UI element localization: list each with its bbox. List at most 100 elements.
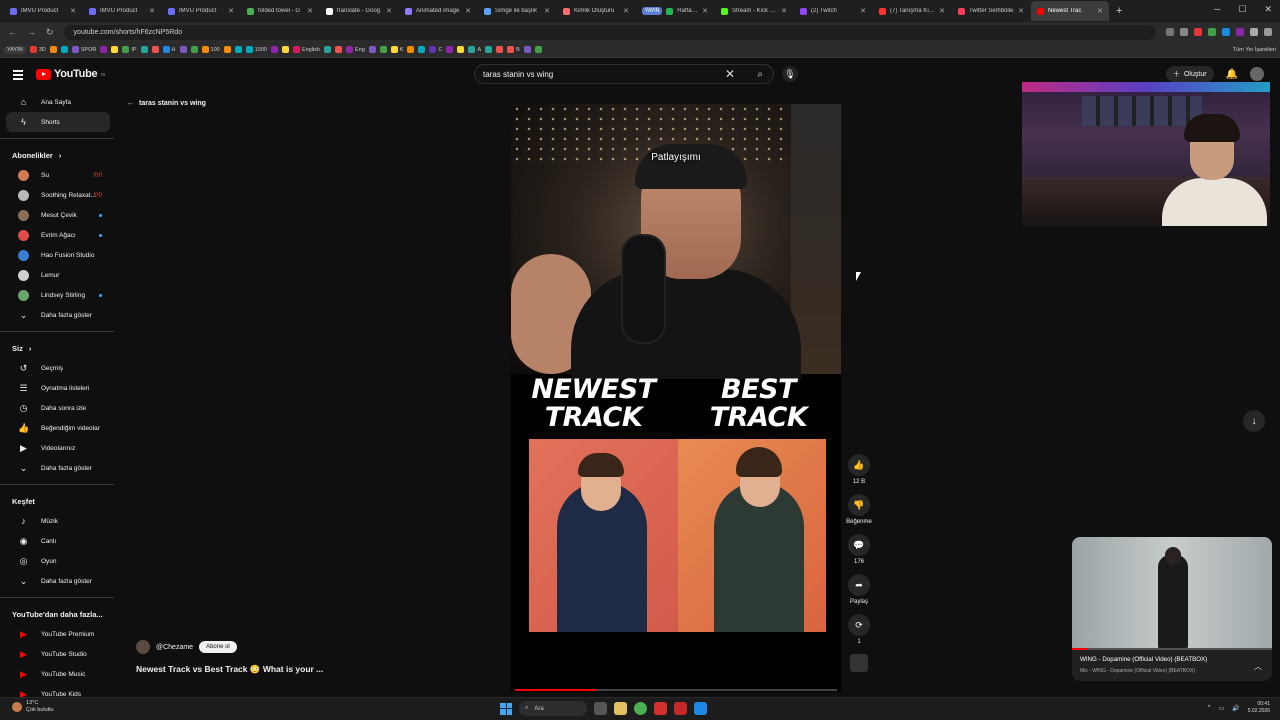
bookmark-item[interactable]: H: [162, 46, 176, 53]
sidebar-item[interactable]: ϟ Shorts: [6, 112, 110, 132]
show-more-subscriptions[interactable]: ⌄ Daha fazla göster: [6, 305, 110, 325]
dislike-button[interactable]: 👎: [848, 494, 870, 516]
bookmark-favicon-icon[interactable]: [179, 46, 187, 53]
sidebar-item[interactable]: ▶ YouTube Premium: [6, 624, 110, 644]
clock[interactable]: 00:41 5.02.2026: [1248, 701, 1270, 715]
sidebar-item[interactable]: ◎ Oyun: [6, 551, 110, 571]
short-video-player[interactable]: Patlayışımı NEWEST TRACK BEST TRACK: [511, 104, 841, 692]
browser-tab[interactable]: Newest Trac ✕: [1031, 1, 1109, 21]
youtube-logo[interactable]: YouTube TR: [36, 68, 105, 80]
network-icon[interactable]: ▭: [1219, 705, 1225, 712]
hamburger-menu-icon[interactable]: [13, 70, 23, 82]
bookmark-favicon-icon[interactable]: [49, 46, 57, 53]
close-tab-icon[interactable]: ✕: [70, 7, 76, 15]
search-input[interactable]: taras stanin vs wing ✕ ⌕: [474, 64, 774, 84]
bookmark-favicon-icon[interactable]: [457, 46, 465, 53]
sidebar-section-header[interactable]: Keşfet: [0, 491, 116, 511]
close-tab-icon[interactable]: ✕: [386, 7, 392, 15]
close-tab-icon[interactable]: ✕: [623, 7, 629, 15]
chevron-up-icon[interactable]: ^: [1208, 705, 1211, 711]
sidebar-item[interactable]: Soothing Relaxat... ((•)): [6, 185, 110, 205]
bookmark-favicon-icon[interactable]: [151, 46, 159, 53]
close-tab-icon[interactable]: ✕: [1018, 7, 1024, 15]
bookmark-item[interactable]: 100: [201, 46, 220, 53]
sidebar-item[interactable]: ↺ Geçmiş: [6, 358, 110, 378]
close-tab-icon[interactable]: ✕: [860, 7, 866, 15]
browser-tab[interactable]: (2) Twitch ✕: [794, 1, 872, 21]
extension-icon[interactable]: [1194, 28, 1202, 36]
account-avatar[interactable]: [1250, 67, 1264, 81]
profile-icon[interactable]: [1250, 28, 1258, 36]
bookmark-favicon-icon[interactable]: [335, 46, 342, 53]
bookmark-favicon-icon[interactable]: [485, 46, 493, 53]
weather-widget[interactable]: 13°C Çok bulutlu: [12, 700, 54, 714]
bookmark-item[interactable]: B: [507, 46, 520, 53]
app-icon[interactable]: [694, 702, 707, 715]
browser-tab[interactable]: translate - Goog ✕: [320, 1, 398, 21]
forward-icon[interactable]: →: [27, 27, 36, 37]
bookmark-favicon-icon[interactable]: [379, 46, 387, 53]
next-short-button[interactable]: ↓: [1243, 410, 1265, 432]
share-icon[interactable]: [1166, 28, 1174, 36]
miniplayer[interactable]: WING - Dopamine (Official Video) (BEATBO…: [1072, 537, 1272, 681]
sidebar-item[interactable]: ▶ Videolarınız: [6, 438, 110, 458]
microphone-icon[interactable]: 🎙: [782, 66, 798, 82]
browser-tab[interactable]: Kimlik Oluşturu ✕: [557, 1, 635, 21]
sidebar-item[interactable]: ☰ Oynatma listeleri: [6, 378, 110, 398]
sidebar-section-header[interactable]: YouTube'dan daha fazla...: [0, 604, 116, 624]
bookmark-favicon-icon[interactable]: [407, 46, 415, 53]
minimize-icon[interactable]: ─: [1214, 4, 1220, 15]
new-tab-button[interactable]: +: [1116, 5, 1122, 17]
menu-dots-icon[interactable]: [1264, 28, 1272, 36]
channel-name[interactable]: @Chezame: [156, 644, 193, 651]
reload-icon[interactable]: ↻: [46, 27, 54, 38]
bookmark-item[interactable]: SPOR: [71, 46, 96, 53]
bookmark-item[interactable]: A: [468, 46, 481, 53]
sidebar-item[interactable]: Mesut Çevik: [6, 205, 110, 225]
sidebar-item[interactable]: ▶ YouTube Music: [6, 664, 110, 684]
browser-tab[interactable]: folded towel - G ✕: [241, 1, 319, 21]
notifications-bell-icon[interactable]: 🔔: [1226, 69, 1238, 80]
close-tab-icon[interactable]: ✕: [544, 7, 550, 15]
browser-tab[interactable]: YAYIN Haftalık Keşif | S ✕: [636, 1, 714, 21]
sidebar-item[interactable]: ◉ Canlı: [6, 531, 110, 551]
bookmark-favicon-icon[interactable]: [496, 46, 504, 53]
bookmark-item[interactable]: 1000: [245, 46, 267, 53]
sidebar-item[interactable]: ◷ Daha sonra izle: [6, 398, 110, 418]
bookmark-item[interactable]: IP: [122, 46, 137, 53]
share-button[interactable]: ➦: [848, 574, 870, 596]
bookmark-favicon-icon[interactable]: [324, 46, 331, 53]
like-button[interactable]: 👍: [848, 454, 870, 476]
miniplayer-title[interactable]: WING - Dopamine (Official Video) (BEATBO…: [1080, 656, 1207, 663]
sidebar-section-header[interactable]: Abonelikler ›: [0, 145, 116, 165]
maximize-icon[interactable]: ☐: [1238, 4, 1246, 15]
browser-tab[interactable]: (7) Tanışma Kıya ✕: [873, 1, 951, 21]
browser-tab[interactable]: IMVU Product ✕: [162, 1, 240, 21]
all-bookmarks[interactable]: Tüm Yer İşaretleri: [1233, 47, 1276, 53]
bookmark-item[interactable]: K: [390, 46, 403, 53]
close-tab-icon[interactable]: ✕: [228, 7, 234, 15]
browser-tab[interactable]: Simge ile başlık ✕: [478, 1, 556, 21]
sound-avatar[interactable]: [850, 654, 868, 672]
search-icon[interactable]: ⌕: [757, 69, 763, 80]
clear-search-icon[interactable]: ✕: [725, 67, 735, 81]
bookmark-favicon-icon[interactable]: [60, 46, 68, 53]
close-tab-icon[interactable]: ✕: [1097, 7, 1103, 15]
chevron-up-icon[interactable]: ︿: [1254, 661, 1262, 672]
windows-start-icon[interactable]: [500, 702, 512, 715]
bookmark-favicon-icon[interactable]: [270, 46, 278, 53]
close-tab-icon[interactable]: ✕: [939, 7, 945, 15]
sidebar-item[interactable]: 👍 Beğendiğim videolar: [6, 418, 110, 438]
close-tab-icon[interactable]: ✕: [149, 7, 155, 15]
extension-icon[interactable]: [1222, 28, 1230, 36]
bookmark-item[interactable]: English: [292, 46, 320, 53]
browser-tab[interactable]: Stream - Kick Da ✕: [715, 1, 793, 21]
bookmark-favicon-icon[interactable]: [523, 46, 531, 53]
bookmark-favicon-icon[interactable]: [140, 46, 148, 53]
volume-icon[interactable]: 🔊: [1232, 705, 1239, 712]
bookmark-badge[interactable]: YAYIN: [4, 45, 26, 54]
video-progress-bar[interactable]: [515, 689, 837, 691]
bookmark-favicon-icon[interactable]: [534, 46, 542, 53]
browser-tab[interactable]: IMVU Product ✕: [83, 1, 161, 21]
extension-icon[interactable]: [1208, 28, 1216, 36]
